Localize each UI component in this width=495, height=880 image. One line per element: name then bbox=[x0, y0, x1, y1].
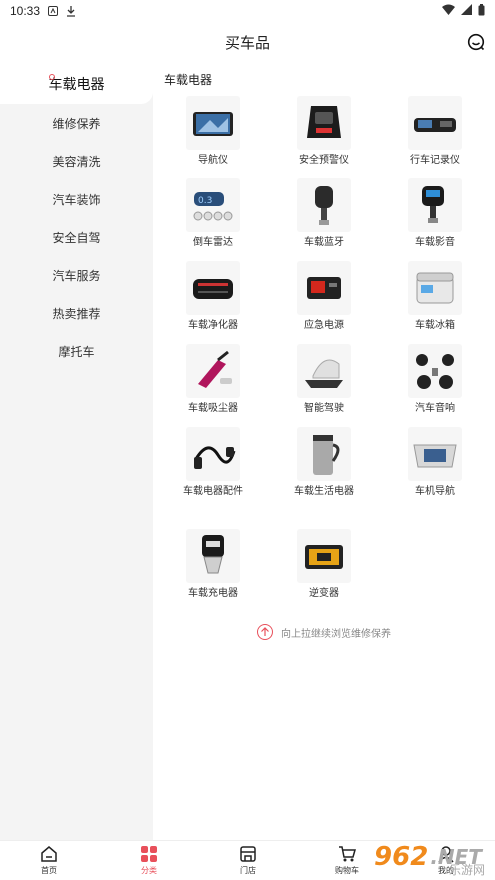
svg-text:0.3: 0.3 bbox=[198, 196, 212, 206]
sidebar-item-label: 摩托车 bbox=[58, 344, 95, 359]
category-content: 车载电器 导航仪 安全预警仪 行车记录仪 0.3 倒车雷达 车载蓝牙 车载影音 … bbox=[153, 64, 495, 840]
sidebar-item-label: 维修保养 bbox=[52, 116, 101, 131]
grid-item-jump-starter[interactable]: 应急电源 bbox=[274, 261, 374, 332]
category-grid-icon bbox=[139, 844, 159, 864]
page-title: 买车品 bbox=[224, 34, 270, 52]
message-icon[interactable] bbox=[467, 33, 485, 51]
grid-item-life-appliances[interactable]: 车载生活电器 bbox=[274, 427, 374, 498]
hud-display-icon bbox=[297, 344, 351, 398]
download-icon bbox=[66, 5, 76, 17]
sidebar-item-safety[interactable]: 安全自驾 bbox=[0, 218, 153, 256]
nav-category[interactable]: 分类 bbox=[119, 844, 179, 876]
grid-item-smart-driving[interactable]: 智能驾驶 bbox=[274, 344, 374, 415]
sidebar-item-label: 热卖推荐 bbox=[52, 306, 101, 321]
wifi-icon bbox=[442, 4, 455, 18]
watermark-sub: 乐游网 bbox=[448, 863, 485, 877]
grid-item-label: 车载生活电器 bbox=[294, 486, 354, 497]
grid-item-label: 导航仪 bbox=[198, 155, 228, 166]
cart-icon bbox=[337, 844, 357, 864]
grid-item-purifier[interactable]: 车载净化器 bbox=[163, 261, 263, 332]
status-time: 10:33 bbox=[10, 4, 41, 18]
grid-item-label: 车载电器配件 bbox=[183, 486, 243, 497]
car-speaker-icon bbox=[408, 344, 462, 398]
electric-mug-icon bbox=[297, 427, 351, 481]
grid-item-radar-detector[interactable]: 安全预警仪 bbox=[274, 96, 374, 167]
notification-icon bbox=[48, 6, 59, 16]
power-inverter-icon bbox=[297, 529, 351, 583]
grid-item-vacuum[interactable]: 车载吸尘器 bbox=[163, 344, 263, 415]
grid-item-label: 倒车雷达 bbox=[193, 237, 233, 248]
air-purifier-icon bbox=[186, 261, 240, 315]
grid-item-label: 逆变器 bbox=[309, 588, 339, 599]
grid-item-label: 安全预警仪 bbox=[299, 155, 349, 166]
arrow-up-icon bbox=[257, 624, 273, 640]
active-marker-icon bbox=[49, 74, 55, 80]
watermark-number: 962 bbox=[374, 842, 429, 872]
grid-item-label: 智能驾驶 bbox=[304, 403, 344, 414]
grid-item-dashcam[interactable]: 行车记录仪 bbox=[385, 96, 485, 167]
jump-starter-icon bbox=[297, 261, 351, 315]
grid-item-label: 车载影音 bbox=[415, 237, 455, 248]
sidebar-item-label: 安全自驾 bbox=[52, 230, 101, 245]
grid-item-gps[interactable]: 导航仪 bbox=[163, 96, 263, 167]
home-icon bbox=[39, 844, 59, 864]
signal-icon bbox=[461, 4, 472, 18]
grid-item-car-audio-video[interactable]: 车载影音 bbox=[385, 178, 485, 249]
grid-item-bluetooth[interactable]: 车载蓝牙 bbox=[274, 178, 374, 249]
grid-item-fridge[interactable]: 车载冰箱 bbox=[385, 261, 485, 332]
grid-item-accessories[interactable]: 车载电器配件 bbox=[163, 427, 263, 498]
car-mp3-icon bbox=[408, 178, 462, 232]
grid-item-label: 车载冰箱 bbox=[415, 320, 455, 331]
sidebar-item-motorcycle[interactable]: 摩托车 bbox=[0, 332, 153, 370]
sidebar-item-label: 汽车服务 bbox=[52, 268, 101, 283]
grid-item-label: 行车记录仪 bbox=[410, 155, 460, 166]
grid-item-charger[interactable]: 车载充电器 bbox=[163, 529, 263, 600]
sidebar-item-car-electronics[interactable]: 车载电器 bbox=[0, 64, 153, 104]
battery-icon bbox=[478, 3, 485, 19]
grid-item-label: 车载蓝牙 bbox=[304, 237, 344, 248]
dashcam-mirror-icon bbox=[408, 96, 462, 150]
grid-item-label: 车机导航 bbox=[415, 486, 455, 497]
sidebar-item-label: 美容清洗 bbox=[52, 154, 101, 169]
power-cable-icon bbox=[186, 427, 240, 481]
pull-up-hint: 向上拉继续浏览维修保养 bbox=[257, 624, 391, 640]
category-sidebar: 车载电器 维修保养 美容清洗 汽车装饰 安全自驾 汽车服务 热卖推荐 摩托车 bbox=[0, 64, 153, 840]
parking-sensor-icon: 0.3 bbox=[186, 178, 240, 232]
store-icon bbox=[238, 844, 258, 864]
car-fridge-icon bbox=[408, 261, 462, 315]
nav-label: 分类 bbox=[141, 866, 157, 875]
status-bar: 10:33 bbox=[0, 0, 495, 22]
grid-item-label: 汽车音响 bbox=[415, 403, 455, 414]
grid-item-label: 车载吸尘器 bbox=[188, 403, 238, 414]
grid-item-parking-sensor[interactable]: 0.3 倒车雷达 bbox=[163, 178, 263, 249]
nav-label: 首页 bbox=[41, 866, 57, 875]
sidebar-item-label: 车载电器 bbox=[48, 76, 105, 92]
grid-item-car-speaker[interactable]: 汽车音响 bbox=[385, 344, 485, 415]
section-title: 车载电器 bbox=[164, 73, 213, 87]
grid-item-label: 应急电源 bbox=[304, 320, 344, 331]
radar-detector-icon bbox=[297, 96, 351, 150]
sidebar-item-cleaning[interactable]: 美容清洗 bbox=[0, 142, 153, 180]
grid-item-head-unit[interactable]: 车机导航 bbox=[385, 427, 485, 498]
sidebar-item-label: 汽车装饰 bbox=[52, 192, 101, 207]
gps-navigator-icon bbox=[186, 96, 240, 150]
bluetooth-fm-icon bbox=[297, 178, 351, 232]
nav-label: 门店 bbox=[240, 866, 256, 875]
grid-item-label: 车载充电器 bbox=[188, 588, 238, 599]
car-head-unit-icon bbox=[408, 427, 462, 481]
app-header: 买车品 bbox=[0, 22, 495, 62]
sidebar-item-decoration[interactable]: 汽车装饰 bbox=[0, 180, 153, 218]
sidebar-item-maintenance[interactable]: 维修保养 bbox=[0, 104, 153, 142]
grid-item-inverter[interactable]: 逆变器 bbox=[274, 529, 374, 600]
car-vacuum-icon bbox=[186, 344, 240, 398]
grid-item-label: 车载净化器 bbox=[188, 320, 238, 331]
pull-hint-text: 向上拉继续浏览维修保养 bbox=[281, 628, 391, 640]
nav-home[interactable]: 首页 bbox=[19, 844, 79, 876]
sidebar-item-service[interactable]: 汽车服务 bbox=[0, 256, 153, 294]
car-charger-icon bbox=[186, 529, 240, 583]
site-watermark: 962 .NET 乐游网 bbox=[363, 834, 493, 880]
nav-store[interactable]: 门店 bbox=[218, 844, 278, 876]
sidebar-item-hot[interactable]: 热卖推荐 bbox=[0, 294, 153, 332]
